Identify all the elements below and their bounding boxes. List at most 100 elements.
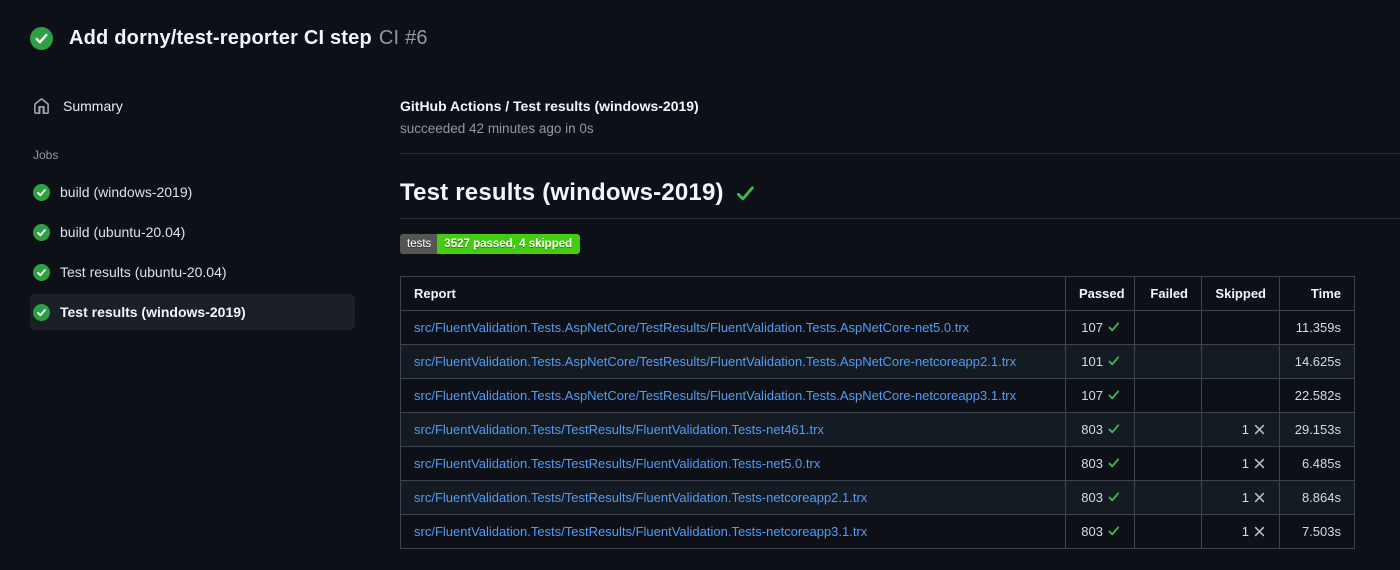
run-header: Add dorny/test-reporter CI step CI #6 xyxy=(0,0,1400,50)
failed-cell xyxy=(1134,412,1202,447)
x-icon xyxy=(1254,458,1265,469)
time-value: 22.582s xyxy=(1294,388,1341,403)
failed-cell xyxy=(1134,378,1202,413)
skipped-cell xyxy=(1201,344,1280,379)
column-header-time: Time xyxy=(1279,276,1355,311)
table-row: src/FluentValidation.Tests/TestResults/F… xyxy=(400,514,1355,549)
x-icon xyxy=(1254,424,1265,435)
table-row: src/FluentValidation.Tests/TestResults/F… xyxy=(400,412,1355,447)
check-icon xyxy=(736,185,754,200)
time-cell: 7.503s xyxy=(1279,514,1355,549)
check-icon xyxy=(1108,424,1120,434)
table-row: src/FluentValidation.Tests/TestResults/F… xyxy=(400,480,1355,515)
report-cell: src/FluentValidation.Tests/TestResults/F… xyxy=(400,446,1066,481)
sidebar-item-test-results-ubuntu-2004[interactable]: Test results (ubuntu-20.04) xyxy=(30,254,355,290)
sidebar-item-build-ubuntu-2004[interactable]: build (ubuntu-20.04) xyxy=(30,214,355,250)
passed-cell: 107 xyxy=(1065,378,1135,413)
home-icon xyxy=(34,97,49,114)
report-table: Report Passed Failed Skipped Time src/Fl… xyxy=(400,276,1355,549)
skipped-cell: 1 xyxy=(1201,480,1280,515)
badge-label: tests xyxy=(400,234,438,254)
passed-cell: 803 xyxy=(1065,514,1135,549)
passed-count: 107 xyxy=(1081,388,1103,403)
table-row: src/FluentValidation.Tests.AspNetCore/Te… xyxy=(400,310,1355,345)
sidebar-item-test-results-windows-2019[interactable]: Test results (windows-2019) xyxy=(30,294,355,330)
column-header-report: Report xyxy=(400,276,1066,311)
passed-cell: 803 xyxy=(1065,412,1135,447)
report-link[interactable]: src/FluentValidation.Tests/TestResults/F… xyxy=(414,422,824,437)
passed-count: 803 xyxy=(1081,456,1103,471)
time-cell: 14.625s xyxy=(1279,344,1355,379)
run-number: CI #6 xyxy=(378,27,428,49)
report-link[interactable]: src/FluentValidation.Tests.AspNetCore/Te… xyxy=(414,354,1016,369)
time-value: 14.625s xyxy=(1294,354,1341,369)
report-table-body: src/FluentValidation.Tests.AspNetCore/Te… xyxy=(400,310,1355,549)
x-icon xyxy=(1254,492,1265,503)
table-row: src/FluentValidation.Tests.AspNetCore/Te… xyxy=(400,344,1355,379)
time-cell: 11.359s xyxy=(1279,310,1355,345)
run-title-text: Add dorny/test-reporter CI step xyxy=(69,27,372,49)
check-icon xyxy=(1108,322,1120,332)
success-check-circle-icon xyxy=(33,303,50,321)
table-header-row: Report Passed Failed Skipped Time xyxy=(400,276,1355,311)
failed-cell xyxy=(1134,310,1202,345)
passed-count: 803 xyxy=(1081,524,1103,539)
passed-count: 803 xyxy=(1081,490,1103,505)
table-row: src/FluentValidation.Tests.AspNetCore/Te… xyxy=(400,378,1355,413)
job-label: build (windows-2019) xyxy=(60,184,193,200)
skipped-cell xyxy=(1201,310,1280,345)
report-link[interactable]: src/FluentValidation.Tests/TestResults/F… xyxy=(414,524,867,539)
passed-cell: 107 xyxy=(1065,310,1135,345)
section-title-text: Test results (windows-2019) xyxy=(400,179,724,206)
passed-cell: 803 xyxy=(1065,446,1135,481)
time-cell: 29.153s xyxy=(1279,412,1355,447)
job-label: build (ubuntu-20.04) xyxy=(60,224,186,240)
skipped-cell: 1 xyxy=(1201,514,1280,549)
section-title: Test results (windows-2019) xyxy=(400,179,1400,219)
badge-value: 3527 passed, 4 skipped xyxy=(437,234,581,254)
check-icon xyxy=(1108,526,1120,536)
sidebar-item-summary[interactable]: Summary xyxy=(30,94,385,118)
report-cell: src/FluentValidation.Tests/TestResults/F… xyxy=(400,412,1066,447)
tests-badge[interactable]: tests 3527 passed, 4 skipped xyxy=(400,234,581,254)
success-check-circle-icon xyxy=(33,263,50,281)
passed-cell: 803 xyxy=(1065,480,1135,515)
report-link[interactable]: src/FluentValidation.Tests.AspNetCore/Te… xyxy=(414,388,1016,403)
failed-cell xyxy=(1134,514,1202,549)
time-cell: 8.864s xyxy=(1279,480,1355,515)
time-cell: 22.582s xyxy=(1279,378,1355,413)
check-icon xyxy=(1108,356,1120,366)
report-link[interactable]: src/FluentValidation.Tests.AspNetCore/Te… xyxy=(414,320,969,335)
passed-count: 101 xyxy=(1081,354,1103,369)
skipped-cell: 1 xyxy=(1201,446,1280,481)
report-link[interactable]: src/FluentValidation.Tests/TestResults/F… xyxy=(414,456,820,471)
sidebar: Summary Jobs build (windows-2019) build … xyxy=(0,50,400,334)
time-cell: 6.485s xyxy=(1279,446,1355,481)
report-link[interactable]: src/FluentValidation.Tests/TestResults/F… xyxy=(414,490,867,505)
divider xyxy=(400,153,1400,154)
job-label: Test results (ubuntu-20.04) xyxy=(60,264,227,280)
table-row: src/FluentValidation.Tests/TestResults/F… xyxy=(400,446,1355,481)
skipped-count: 1 xyxy=(1241,490,1249,505)
time-value: 29.153s xyxy=(1294,422,1341,437)
skipped-cell: 1 xyxy=(1201,412,1280,447)
time-value: 6.485s xyxy=(1301,456,1341,471)
report-cell: src/FluentValidation.Tests/TestResults/F… xyxy=(400,480,1066,515)
check-run-status: succeeded 42 minutes ago in 0s xyxy=(400,121,594,136)
column-header-passed: Passed xyxy=(1065,276,1135,311)
success-check-circle-icon xyxy=(30,27,53,50)
badge-row: tests 3527 passed, 4 skipped xyxy=(400,234,1355,254)
passed-cell: 101 xyxy=(1065,344,1135,379)
time-value: 11.359s xyxy=(1295,320,1341,335)
failed-cell xyxy=(1134,446,1202,481)
time-value: 8.864s xyxy=(1301,490,1341,505)
check-icon xyxy=(1108,492,1120,502)
sidebar-item-build-windows-2019[interactable]: build (windows-2019) xyxy=(30,174,355,210)
report-cell: src/FluentValidation.Tests/TestResults/F… xyxy=(400,514,1066,549)
column-header-failed: Failed xyxy=(1134,276,1202,311)
skipped-cell xyxy=(1201,378,1280,413)
job-label: Test results (windows-2019) xyxy=(60,304,246,320)
passed-count: 803 xyxy=(1081,422,1103,437)
success-check-circle-icon xyxy=(33,223,50,241)
main-panel: GitHub Actions / Test results (windows-2… xyxy=(400,50,1400,549)
